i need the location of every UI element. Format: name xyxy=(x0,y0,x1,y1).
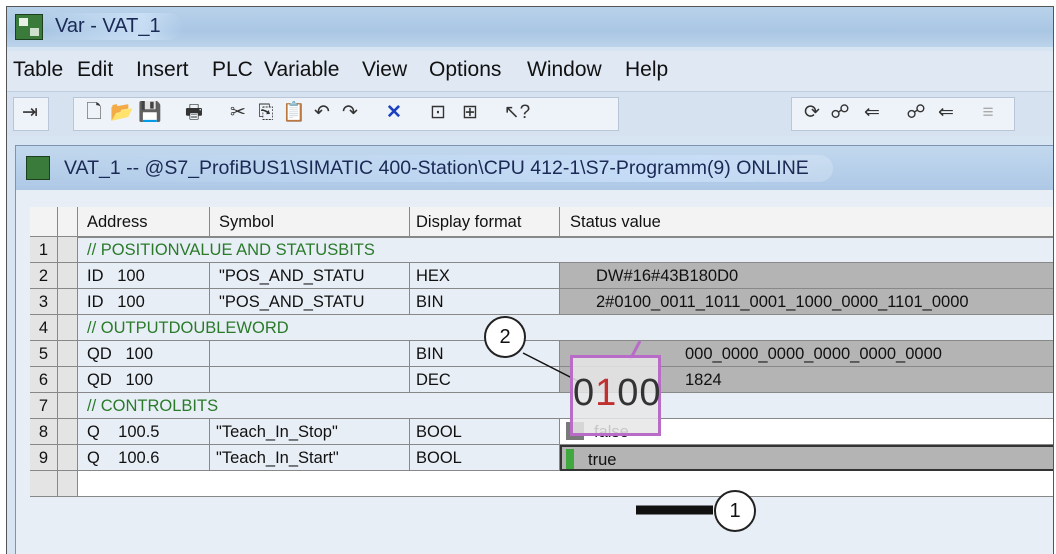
zoom-highlight: 0100 xyxy=(570,355,661,436)
annotation-layer xyxy=(522,340,713,515)
callout-2: 2 xyxy=(484,316,526,358)
callout-1: 1 xyxy=(714,490,756,532)
zoom-highlighted-digit: 1 xyxy=(595,372,618,414)
zoom-digits: 00 xyxy=(617,372,662,414)
zoom-digit: 0 xyxy=(573,372,596,414)
